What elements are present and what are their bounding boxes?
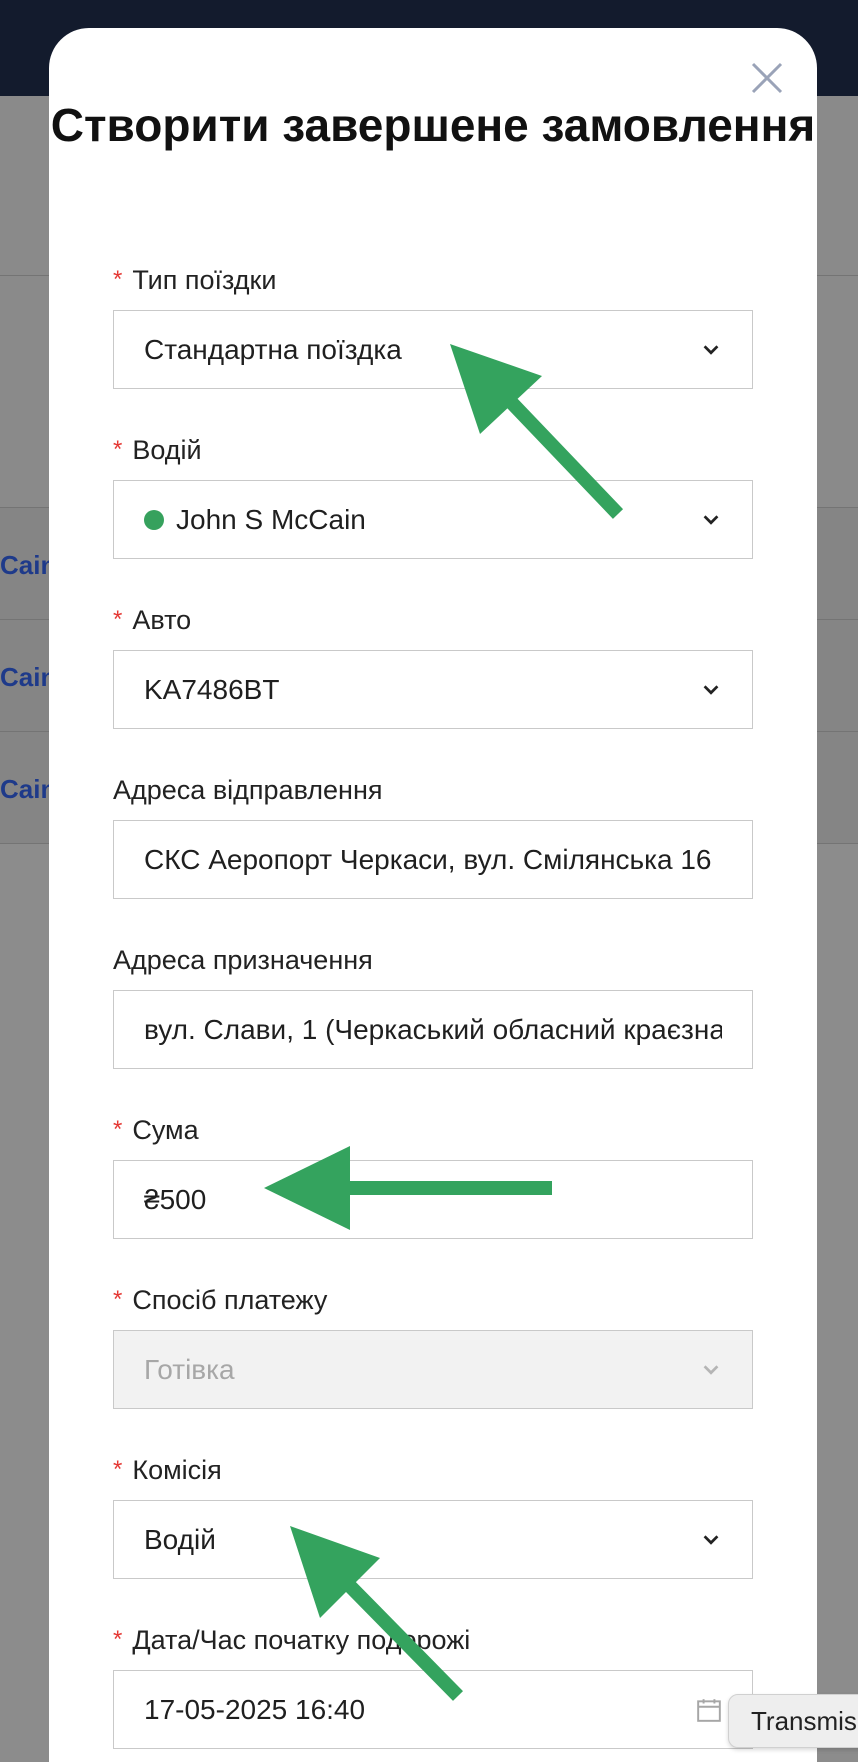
payment-method-value: Готівка [144, 1353, 235, 1385]
destination-input[interactable]: вул. Слави, 1 (Черкаський обласний краєз… [113, 990, 753, 1069]
driver-select[interactable]: John S McCain [113, 480, 753, 559]
destination-value: вул. Слави, 1 (Черкаський обласний краєз… [144, 1013, 722, 1045]
car-field: * Авто KA7486BT [113, 602, 753, 729]
driver-value: John S McCain [176, 503, 366, 535]
start-datetime-field: * Дата/Час початку подорожі 17-05-2025 16… [113, 1622, 753, 1749]
required-marker: * [113, 1626, 123, 1653]
payment-method-field: * Спосіб платежу Готівка [113, 1282, 753, 1409]
required-marker: * [113, 606, 123, 633]
background-driver-link[interactable]: Cain [0, 774, 56, 805]
departure-field: Адреса відправлення СКС Аеропорт Черкаси… [113, 772, 753, 899]
payment-method-label: * Спосіб платежу [113, 1284, 328, 1315]
modal-title: Створити завершене замовлення [50, 99, 816, 151]
trip-type-select[interactable]: Стандартна поїздка [113, 310, 753, 389]
calendar-icon[interactable] [696, 1697, 722, 1723]
chevron-down-icon [703, 1534, 719, 1545]
amount-value: ₴500 [144, 1183, 207, 1215]
driver-status-dot [144, 509, 164, 530]
close-button[interactable] [747, 58, 787, 98]
required-marker: * [113, 1286, 123, 1313]
commission-field: * Комісія Водій [113, 1452, 753, 1579]
commission-value: Водій [144, 1523, 216, 1555]
departure-label: Адреса відправлення [113, 774, 383, 805]
driver-label: * Водій [113, 434, 202, 465]
car-select[interactable]: KA7486BT [113, 650, 753, 729]
start-datetime-input[interactable]: 17-05-2025 16:40 [113, 1670, 753, 1749]
trip-type-field: * Тип поїздки Стандартна поїздка [113, 262, 753, 389]
departure-value: СКС Аеропорт Черкаси, вул. Смілянська 16 [144, 843, 712, 875]
car-label: * Авто [113, 604, 192, 635]
trip-type-label: * Тип поїздки [113, 264, 277, 295]
create-order-modal: Створити завершене замовлення * Тип поїзд… [49, 28, 817, 1762]
background-driver-link[interactable]: Cain [0, 662, 56, 693]
background-driver-link[interactable]: Cain [0, 550, 56, 581]
close-icon [751, 62, 783, 94]
payment-method-select: Готівка [113, 1330, 753, 1409]
required-marker: * [113, 1116, 123, 1143]
required-marker: * [113, 436, 123, 463]
required-marker: * [113, 266, 123, 293]
chevron-down-icon [703, 684, 719, 695]
start-datetime-label: * Дата/Час початку подорожі [113, 1624, 471, 1655]
chevron-down-icon [703, 514, 719, 525]
trip-type-value: Стандартна поїздка [144, 333, 402, 365]
driver-field: * Водій John S McCain [113, 432, 753, 559]
chevron-down-icon [703, 1364, 719, 1375]
destination-field: Адреса призначення вул. Слави, 1 (Черкас… [113, 942, 753, 1069]
destination-label: Адреса призначення [113, 944, 373, 975]
car-value: KA7486BT [144, 673, 280, 705]
amount-field: * Сума ₴500 [113, 1112, 753, 1239]
amount-input[interactable]: ₴500 [113, 1160, 753, 1239]
chevron-down-icon [703, 344, 719, 355]
departure-input[interactable]: СКС Аеропорт Черкаси, вул. Смілянська 16 [113, 820, 753, 899]
required-marker: * [113, 1456, 123, 1483]
commission-label: * Комісія [113, 1454, 222, 1485]
amount-label: * Сума [113, 1114, 199, 1145]
commission-select[interactable]: Водій [113, 1500, 753, 1579]
tooltip: Transmis [728, 1694, 858, 1748]
start-datetime-value: 17-05-2025 16:40 [144, 1693, 366, 1725]
